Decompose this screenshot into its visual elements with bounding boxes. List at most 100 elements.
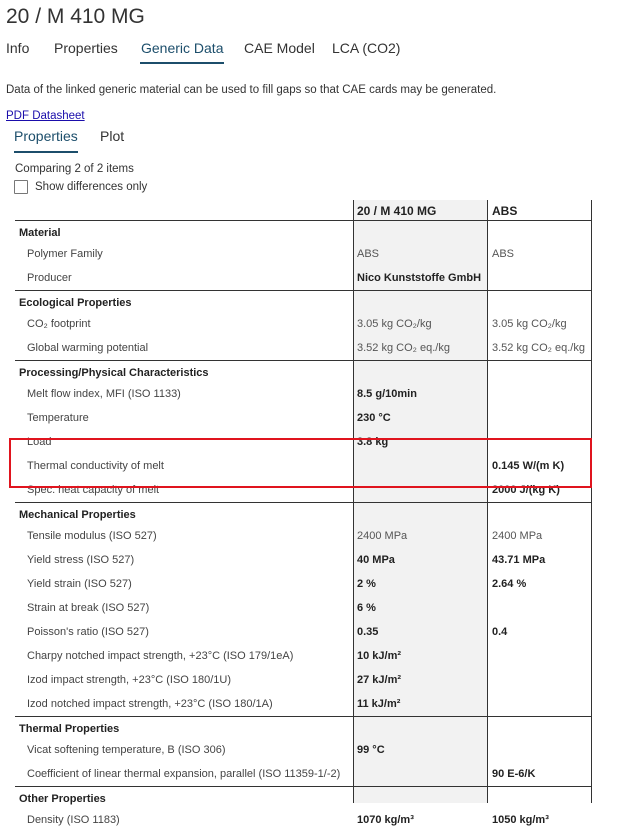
group-row: Thermal Properties xyxy=(15,715,592,738)
group-cell-material-1 xyxy=(353,785,488,808)
property-label: Temperature xyxy=(27,412,89,424)
group-title: Material xyxy=(19,226,61,239)
show-differences-toggle[interactable]: Show differences only xyxy=(14,180,147,194)
value-material-2 xyxy=(488,382,592,406)
table-row: Izod notched impact strength, +23°C (ISO… xyxy=(15,692,592,716)
value-material-1: 3.52 kg CO₂ eq./kg xyxy=(357,341,450,354)
group-cell-material-2 xyxy=(488,785,592,808)
group-title: Mechanical Properties xyxy=(15,501,353,524)
table-row: CO₂ footprint 3.05 kg CO₂/kg 3.05 kg CO₂/k… xyxy=(15,312,592,336)
value-material-2: 90 E-6/K xyxy=(492,767,536,780)
subtab-properties[interactable]: Properties xyxy=(14,128,78,153)
value-material-1: 27 kJ/m² xyxy=(357,674,402,686)
group-cell-material-2 xyxy=(488,289,592,312)
subtab-plot[interactable]: Plot xyxy=(100,128,124,151)
table-row: Tensile modulus (ISO 527) 2400 MPa 2400 MP… xyxy=(15,524,592,548)
header-property xyxy=(15,200,353,221)
value-material-1 xyxy=(353,478,488,502)
property-label: Vicat softening temperature, B (ISO 306) xyxy=(27,744,226,756)
tab-generic-data[interactable]: Generic Data xyxy=(140,40,225,64)
value-material-1: 1070 kg/m³ xyxy=(357,814,414,826)
table-row: Polymer Family ABS ABS xyxy=(15,242,592,266)
value-material-2 xyxy=(488,596,592,620)
table-row: Yield stress (ISO 527) 40 MPa 43.71 MPa xyxy=(15,548,592,572)
group-cell-material-1 xyxy=(353,501,488,524)
property-label: Charpy notched impact strength, +23°C (I… xyxy=(27,650,294,662)
value-material-1: Nico Kunststoffe GmbH xyxy=(357,271,482,284)
group-row: Ecological Properties xyxy=(15,289,592,312)
group-row: Material xyxy=(15,220,592,242)
property-label: Yield stress (ISO 527) xyxy=(27,554,135,566)
property-label: Coefficient of linear thermal expansion,… xyxy=(27,767,341,780)
group-cell-material-1 xyxy=(353,359,488,382)
property-label: CO₂ footprint xyxy=(27,318,91,330)
value-material-2: 3.05 kg CO₂/kg xyxy=(492,318,567,330)
table-row: Yield strain (ISO 527) 2 % 2.64 % xyxy=(15,572,592,596)
group-cell-material-2 xyxy=(488,220,592,242)
value-material-1 xyxy=(353,454,488,478)
value-material-2: 0.145 W/(m K) xyxy=(492,460,565,472)
value-material-2 xyxy=(488,406,592,430)
property-label: Polymer Family xyxy=(27,248,103,260)
group-title: Thermal Properties xyxy=(15,715,353,738)
value-material-2: 2000 J/(kg K) xyxy=(492,483,560,496)
table-row: Producer Nico Kunststoffe GmbH xyxy=(15,266,592,290)
table-row: Density (ISO 1183) 1070 kg/m³ 1050 kg/m³ xyxy=(15,808,592,832)
value-material-2: 2400 MPa xyxy=(492,530,543,542)
table-row: Load 3.8 kg xyxy=(15,430,592,454)
group-cell-material-2 xyxy=(488,501,592,524)
group-title: Other Properties xyxy=(15,785,353,808)
property-label: Load xyxy=(27,436,52,448)
value-material-1 xyxy=(353,762,488,786)
property-label: Global warming potential xyxy=(27,341,149,354)
show-differences-label: Show differences only xyxy=(35,181,148,193)
value-material-1: 99 °C xyxy=(357,744,385,756)
value-material-2: ABS xyxy=(492,248,515,260)
comparison-table: 20 / M 410 MG ABS Material Polymer Family… xyxy=(15,200,593,832)
value-material-2: 3.52 kg CO₂ eq./kg xyxy=(492,341,585,354)
pdf-datasheet-link[interactable]: PDF Datasheet xyxy=(6,110,85,122)
table-row: Spec. heat capacity of melt 2000 J/(kg K) xyxy=(15,478,592,502)
value-material-1: 2 % xyxy=(357,578,376,590)
table-row: Izod impact strength, +23°C (ISO 180/1U)… xyxy=(15,668,592,692)
table-row: Coefficient of linear thermal expansion,… xyxy=(15,762,592,786)
page-title: 20 / M 410 MG xyxy=(6,5,145,28)
value-material-1: 40 MPa xyxy=(357,554,395,566)
group-row: Other Properties xyxy=(15,785,592,808)
property-label: Izod impact strength, +23°C (ISO 180/1U) xyxy=(27,674,232,686)
property-label: Density (ISO 1183) xyxy=(27,814,120,826)
show-differences-checkbox[interactable] xyxy=(14,180,28,194)
tab-info[interactable]: Info xyxy=(6,40,29,62)
group-cell-material-2 xyxy=(488,715,592,738)
property-label: Melt flow index, MFI (ISO 1133) xyxy=(27,388,181,400)
value-material-1: 230 °C xyxy=(357,412,391,424)
tab-cae-model[interactable]: CAE Model xyxy=(244,40,315,62)
value-material-1: 10 kJ/m² xyxy=(357,650,402,662)
value-material-1: 0.35 xyxy=(357,626,379,638)
table-header-row: 20 / M 410 MG ABS xyxy=(15,200,592,221)
table-row: Charpy notched impact strength, +23°C (I… xyxy=(15,644,592,668)
group-title: Processing/Physical Characteristics xyxy=(15,359,353,382)
group-row: Processing/Physical Characteristics xyxy=(15,359,592,382)
value-material-2 xyxy=(488,668,592,692)
tab-properties[interactable]: Properties xyxy=(54,40,118,62)
tab-lca-co2[interactable]: LCA (CO2) xyxy=(332,40,400,62)
value-material-2 xyxy=(488,430,592,454)
property-label: Spec. heat capacity of melt xyxy=(27,483,160,496)
value-material-2: 0.4 xyxy=(492,626,508,638)
comparing-count: Comparing 2 of 2 items xyxy=(15,163,134,175)
value-material-2 xyxy=(488,692,592,716)
group-cell-material-1 xyxy=(353,220,488,242)
group-cell-material-1 xyxy=(353,289,488,312)
property-label: Producer xyxy=(27,271,72,284)
table-row: Strain at break (ISO 527) 6 % xyxy=(15,596,592,620)
table-row: Temperature 230 °C xyxy=(15,406,592,430)
header-material-2: ABS xyxy=(488,200,592,221)
value-material-1: 3.8 kg xyxy=(357,436,389,448)
value-material-2 xyxy=(488,266,592,290)
description-text: Data of the linked generic material can … xyxy=(6,84,497,96)
value-material-1: 3.05 kg CO₂/kg xyxy=(357,318,432,330)
value-material-1: 8.5 g/10min xyxy=(357,388,417,400)
value-material-2: 1050 kg/m³ xyxy=(492,814,549,826)
group-cell-material-1 xyxy=(353,715,488,738)
